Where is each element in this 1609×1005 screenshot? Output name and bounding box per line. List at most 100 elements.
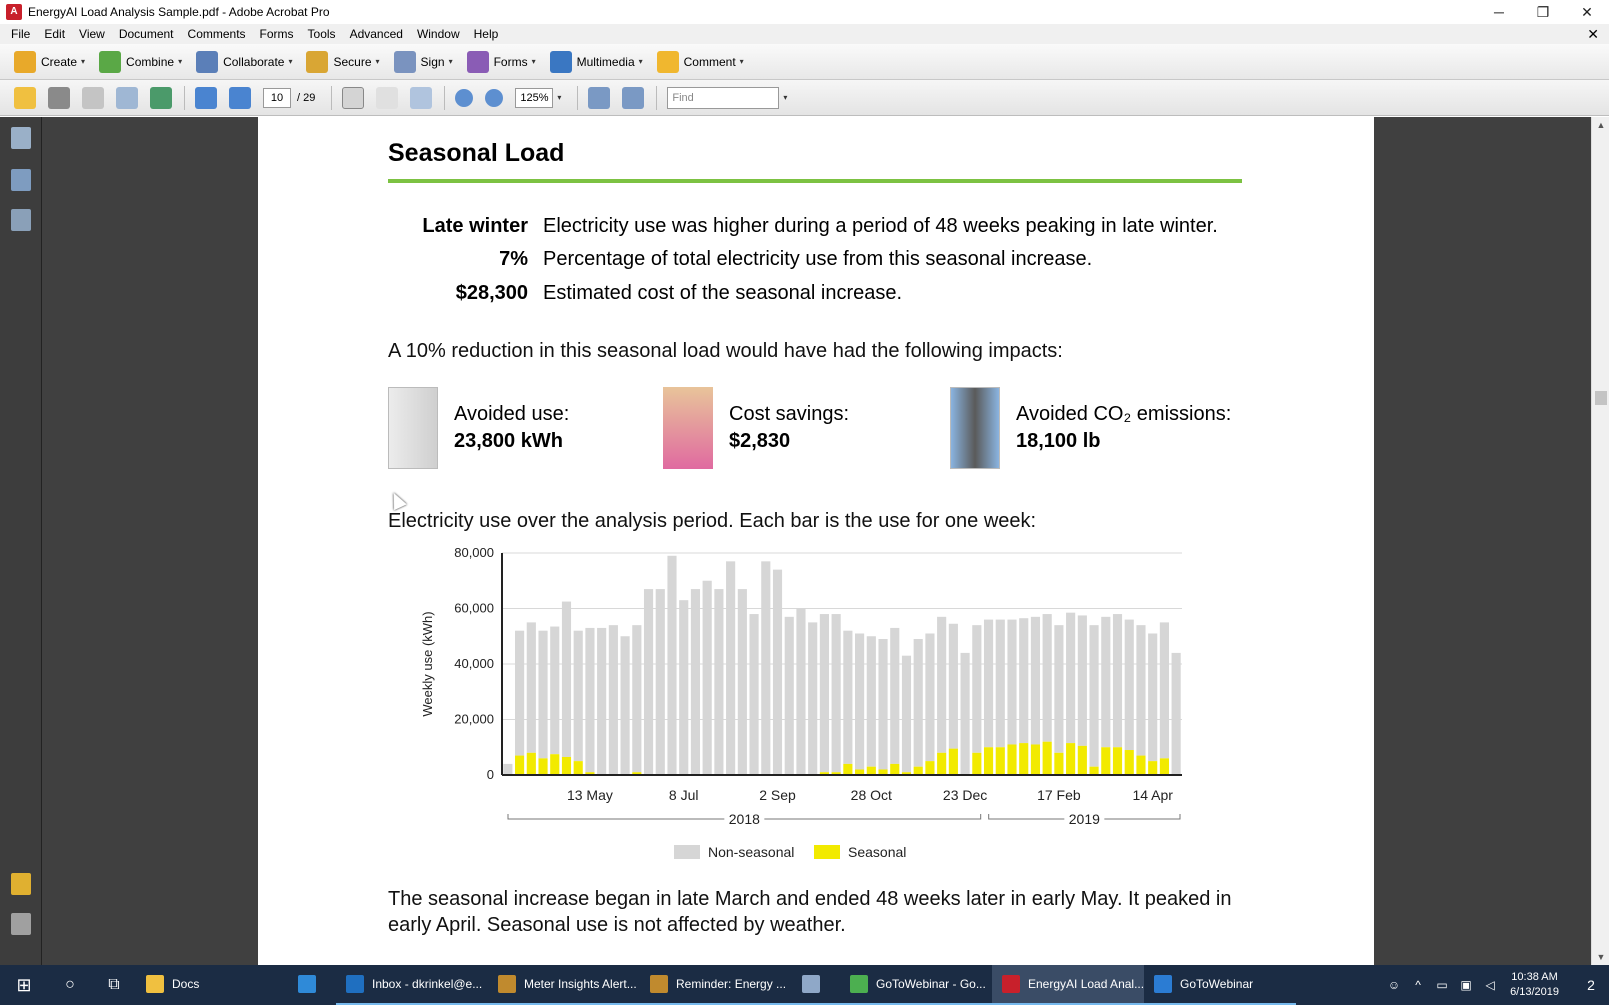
menu-document[interactable]: Document [112, 27, 181, 41]
taskbar-app[interactable]: Docs [136, 965, 288, 1005]
bar-seasonal [1019, 743, 1029, 775]
document-view[interactable]: Seasonal Load Late winter Electricity us… [42, 117, 1591, 965]
vertical-scrollbar[interactable]: ▲ ▼ [1591, 117, 1609, 965]
bar-non-seasonal [772, 569, 783, 775]
x-tick-label: 13 May [567, 787, 613, 803]
find-input[interactable]: Find [667, 86, 780, 109]
combine-button[interactable]: Combine ▾ [99, 50, 182, 73]
light-switch-icon [388, 387, 438, 469]
multimedia-label: Multimedia [576, 54, 635, 69]
signatures-icon[interactable] [11, 209, 31, 231]
scroll-down-icon[interactable]: ▼ [1592, 949, 1609, 965]
taskbar-app[interactable]: EnergyAI Load Anal... [992, 965, 1144, 1005]
email-icon[interactable] [116, 86, 138, 109]
forms-icon [466, 50, 489, 73]
create-button[interactable]: Create ▾ [14, 50, 85, 73]
attachments-icon[interactable] [11, 913, 31, 935]
legend-swatch-non-seasonal [674, 845, 700, 859]
bar-non-seasonal [983, 619, 994, 748]
menu-window[interactable]: Window [410, 27, 467, 41]
menu-help[interactable]: Help [467, 27, 506, 41]
impact-avoided-use: Avoided use: 23,800 kWh [388, 387, 569, 469]
zoom-tool-icon[interactable] [410, 86, 433, 109]
system-clock[interactable]: 10:38 AM 6/13/2019 [1510, 970, 1559, 1000]
comment-button[interactable]: Comment ▾ [656, 50, 744, 73]
taskbar-app[interactable]: Meter Insights Alert... [488, 965, 640, 1005]
navigation-panel [0, 117, 42, 965]
open-folder-icon[interactable] [14, 86, 36, 109]
taskbar-app[interactable] [288, 965, 336, 1005]
collaborate-icon [196, 50, 219, 73]
select-tool-icon[interactable] [342, 86, 365, 109]
show-hidden-icons[interactable]: ^ [1406, 978, 1430, 992]
fit-width-icon[interactable] [588, 86, 611, 109]
bar-seasonal [972, 752, 982, 775]
battery-icon[interactable]: ▭ [1430, 978, 1454, 992]
zoom-level-input[interactable]: 125% [515, 87, 554, 108]
fact-key: 7% [499, 248, 528, 270]
hand-tool-icon[interactable] [376, 86, 399, 109]
taskbar-app[interactable] [792, 965, 840, 1005]
menu-view[interactable]: View [72, 27, 112, 41]
start-button[interactable]: ⊞ [0, 965, 48, 1005]
network-icon[interactable]: ▣ [1454, 978, 1478, 992]
footer-paragraph-line-1: The seasonal increase began in late Marc… [388, 888, 1232, 910]
task-view-icon[interactable]: ⧉ [92, 965, 136, 1005]
notifications-button[interactable]: 2 [1573, 977, 1609, 993]
comments-icon[interactable] [11, 873, 31, 895]
menu-forms[interactable]: Forms [253, 27, 301, 41]
menu-tools[interactable]: Tools [301, 27, 343, 41]
restore-button[interactable]: ❐ [1521, 0, 1565, 24]
forms-button[interactable]: Forms ▾ [466, 50, 536, 73]
minimize-button[interactable]: ─ [1477, 0, 1521, 24]
zoom-dropdown-icon[interactable]: ▾ [557, 93, 561, 102]
share-icon[interactable] [150, 86, 172, 109]
taskbar-app[interactable]: Reminder: Energy ... [640, 965, 792, 1005]
save-icon[interactable] [82, 86, 104, 109]
system-tray: ☺ ^ ▭ ▣ ◁ 10:38 AM 6/13/2019 2 [1382, 965, 1609, 1005]
print-icon[interactable] [48, 86, 70, 109]
chevron-down-icon: ▾ [739, 57, 744, 66]
bar-seasonal [1148, 761, 1158, 775]
bar-seasonal [561, 756, 572, 775]
people-icon[interactable]: ☺ [1382, 978, 1406, 992]
secure-button[interactable]: Secure ▾ [306, 50, 380, 73]
menu-advanced[interactable]: Advanced [343, 27, 410, 41]
combine-label: Combine [126, 54, 175, 69]
bar-non-seasonal [690, 589, 701, 775]
sign-button[interactable]: Sign ▾ [393, 50, 453, 73]
volume-icon[interactable]: ◁ [1478, 978, 1502, 992]
zoom-in-icon[interactable] [485, 88, 504, 107]
fit-page-icon[interactable] [622, 86, 645, 109]
previous-page-icon[interactable] [195, 86, 217, 109]
collaborate-button[interactable]: Collaborate ▾ [196, 50, 292, 73]
taskbar-app[interactable]: Inbox - dkrinkel@e... [336, 965, 488, 1005]
menu-edit[interactable]: Edit [37, 27, 72, 41]
bar-non-seasonal [937, 616, 947, 753]
menu-comments[interactable]: Comments [181, 27, 253, 41]
bar-seasonal [538, 758, 548, 775]
scroll-thumb[interactable] [1595, 391, 1607, 405]
chevron-down-icon: ▾ [531, 57, 536, 66]
next-page-icon[interactable] [229, 86, 251, 109]
x-tick-label: 17 Feb [1037, 787, 1081, 803]
taskbar-app[interactable]: GoToWebinar - Go... [840, 965, 992, 1005]
document-close-button[interactable]: ✕ [1587, 24, 1599, 44]
search-icon[interactable]: ○ [48, 965, 92, 1005]
taskbar-app[interactable]: GoToWebinar [1144, 965, 1296, 1005]
page-number-input[interactable]: 10 [263, 87, 291, 108]
zoom-out-icon[interactable] [455, 88, 474, 107]
bookmarks-icon[interactable] [11, 169, 31, 191]
menu-file[interactable]: File [4, 27, 37, 41]
multimedia-button[interactable]: Multimedia ▾ [549, 50, 643, 73]
y-tick-label: 20,000 [454, 712, 494, 727]
bar-non-seasonal [948, 623, 958, 749]
bar-non-seasonal [643, 589, 654, 775]
bar-non-seasonal [960, 652, 970, 775]
bar-non-seasonal [550, 626, 560, 755]
pages-icon[interactable] [11, 127, 31, 149]
scroll-up-icon[interactable]: ▲ [1592, 117, 1609, 133]
bar-non-seasonal [561, 601, 572, 757]
find-dropdown-icon[interactable]: ▾ [783, 93, 787, 102]
close-button[interactable]: ✕ [1565, 0, 1609, 24]
